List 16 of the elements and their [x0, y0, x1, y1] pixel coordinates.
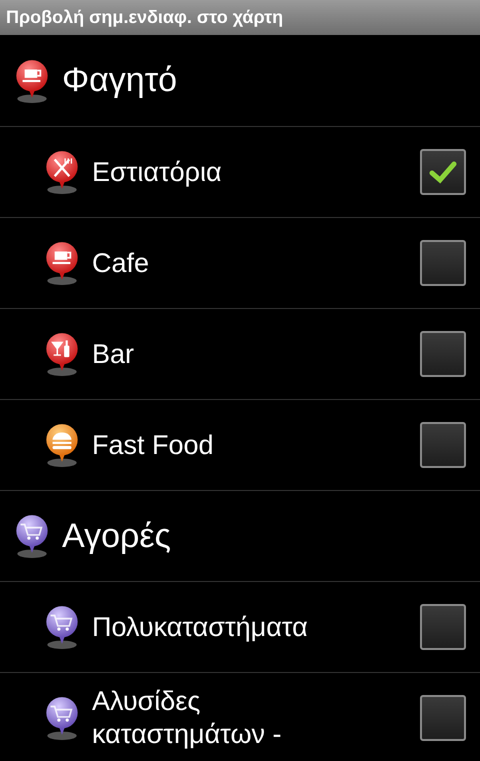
checkbox[interactable]	[420, 331, 466, 377]
checkbox[interactable]	[420, 240, 466, 286]
item-label: Αλυσίδες καταστημάτων -	[92, 685, 283, 751]
item-label: Πολυκαταστήματα	[92, 610, 309, 644]
item-label: Cafe	[92, 246, 150, 280]
item-label: Bar	[92, 338, 136, 370]
checkbox[interactable]	[420, 422, 466, 468]
check-icon	[429, 160, 457, 184]
group-header[interactable]: Αγορές	[62, 510, 171, 562]
checkbox[interactable]	[420, 149, 466, 195]
item-label: Εστιατόρια	[92, 156, 223, 188]
checkbox[interactable]	[420, 695, 466, 741]
item-label: Fast Food	[92, 428, 215, 462]
checkbox[interactable]	[420, 604, 466, 650]
group-header[interactable]: Φαγητό	[62, 55, 178, 106]
window-title: Προβολή σημ.ενδιαφ. στο χάρτη	[6, 6, 284, 29]
